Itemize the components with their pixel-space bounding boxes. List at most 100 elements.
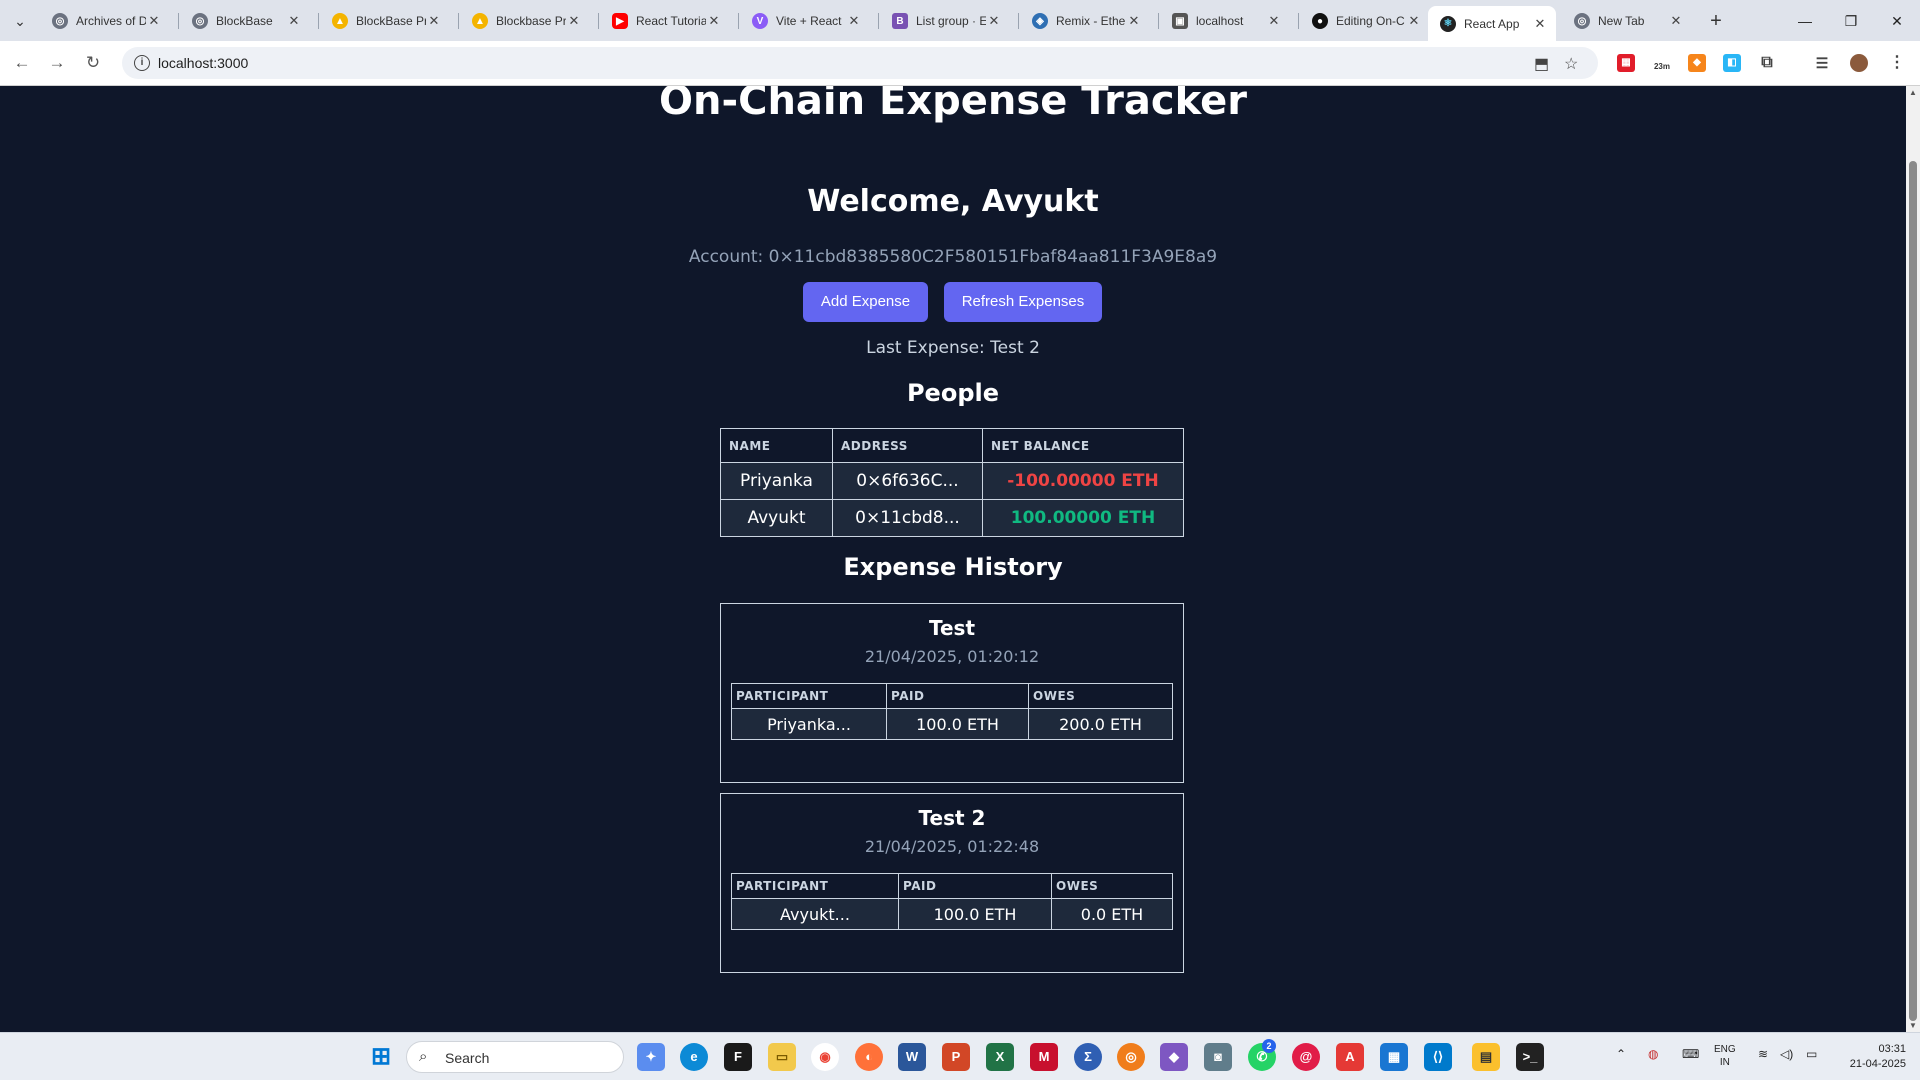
tab-react-tutorial[interactable]: ▶ React Tutoria ✕ [600, 6, 730, 36]
install-app-icon[interactable]: ⬒ [1534, 54, 1549, 74]
table-row: Avyukt 0×11cbd8... 100.00000 ETH [720, 499, 1184, 537]
profile-avatar[interactable] [1850, 54, 1868, 72]
firefox-icon[interactable]: ◐ [855, 1043, 883, 1071]
close-icon[interactable]: ✕ [566, 13, 582, 29]
autocad-icon[interactable]: A [1336, 1043, 1364, 1071]
column-header-name: NAME [720, 428, 833, 463]
close-icon[interactable]: ✕ [846, 13, 862, 29]
copilot-icon[interactable]: ✦ [637, 1043, 665, 1071]
close-icon[interactable]: ✕ [706, 13, 722, 29]
camera-icon[interactable]: ◙ [1204, 1043, 1232, 1071]
account-address: Account: 0×11cbd8385580C2F580151Fbaf84aa… [688, 247, 1218, 267]
powerpoint-icon[interactable]: P [942, 1043, 970, 1071]
extension-blue-icon[interactable]: ◧ [1723, 54, 1741, 72]
tab-list-group[interactable]: B List group · E ✕ [880, 6, 1010, 36]
tab-vite-react[interactable]: V Vite + React ✕ [740, 6, 870, 36]
metamask-icon[interactable]: ◆ [1688, 54, 1706, 72]
sticky-notes-icon[interactable]: ▤ [1472, 1043, 1500, 1071]
file-explorer-icon[interactable]: ▭ [768, 1043, 796, 1071]
chrome-icon[interactable]: ◉ [811, 1043, 839, 1071]
close-window-icon[interactable]: ✕ [1874, 8, 1920, 34]
battery-icon[interactable]: ▭ [1806, 1047, 1817, 1061]
volume-icon[interactable]: ◁) [1780, 1047, 1793, 1061]
close-icon[interactable]: ✕ [146, 13, 162, 29]
menu-kebab-icon[interactable]: ⋮ [1888, 54, 1906, 72]
people-heading: People [906, 379, 1000, 407]
scrollbar-thumb[interactable] [1909, 161, 1917, 1021]
column-header-owes: OWES [1028, 683, 1173, 709]
close-icon[interactable]: ✕ [286, 13, 302, 29]
app-red-circle-icon[interactable]: @ [1292, 1043, 1320, 1071]
column-header-address: ADDRESS [832, 428, 983, 463]
tab-label: Editing On-C [1336, 14, 1405, 28]
minimize-icon[interactable]: — [1782, 8, 1828, 34]
youtube-icon: ▶ [612, 13, 628, 29]
vertical-scrollbar[interactable]: ▲ ▼ [1906, 86, 1920, 1032]
tab-search-chevron-icon[interactable]: ⌄ [8, 9, 32, 33]
forward-icon[interactable]: → [43, 49, 71, 77]
tray-app-icon[interactable]: ◍ [1648, 1047, 1658, 1061]
tab-blockbase-drive[interactable]: ▲ BlockBase Pr ✕ [320, 6, 450, 36]
sigma-icon[interactable]: Σ [1074, 1043, 1102, 1071]
tab-archives[interactable]: ◎ Archives of D ✕ [40, 6, 170, 36]
globe-icon: ◎ [52, 13, 68, 29]
tab-localhost[interactable]: ▣ localhost ✕ [1160, 6, 1290, 36]
vscode-icon[interactable]: ⟨⟩ [1424, 1043, 1452, 1071]
taskbar-clock[interactable]: 03:31 21-04-2025 [1836, 1042, 1906, 1072]
participant-name: Avyukt... [731, 898, 899, 930]
last-expense: Last Expense: Test 2 [866, 338, 1040, 358]
new-tab-button[interactable]: + [1703, 8, 1729, 34]
scroll-up-arrow-icon[interactable]: ▲ [1909, 88, 1917, 97]
scroll-down-arrow-icon[interactable]: ▼ [1909, 1021, 1917, 1030]
close-icon[interactable]: ✕ [1668, 13, 1684, 29]
word-icon[interactable]: W [898, 1043, 926, 1071]
person-name: Avyukt [720, 499, 833, 537]
close-icon[interactable]: ✕ [1532, 16, 1548, 32]
close-icon[interactable]: ✕ [1406, 13, 1422, 29]
reading-list-icon[interactable]: ☰ [1813, 54, 1831, 72]
terminal-icon[interactable]: >_ [1516, 1043, 1544, 1071]
keyboard-icon[interactable]: ⌨ [1682, 1047, 1699, 1061]
tab-label: List group · E [916, 14, 986, 28]
globe-icon: ◎ [192, 13, 208, 29]
close-icon[interactable]: ✕ [1266, 13, 1282, 29]
timer-extension-icon[interactable]: 23m [1650, 54, 1674, 72]
matlab-icon[interactable]: M [1030, 1043, 1058, 1071]
back-icon[interactable]: ← [8, 49, 36, 77]
language-indicator[interactable]: ENG IN [1714, 1043, 1736, 1069]
windows-start-icon[interactable]: ⊞ [367, 1043, 395, 1071]
blender-icon[interactable]: ◎ [1117, 1043, 1145, 1071]
obsidian-icon[interactable]: ◆ [1160, 1043, 1188, 1071]
site-info-icon[interactable]: i [134, 55, 150, 71]
tab-remix[interactable]: ◈ Remix - Ethe ✕ [1020, 6, 1150, 36]
wifi-icon[interactable]: ≋ [1758, 1047, 1768, 1061]
language-code: ENG [1714, 1044, 1736, 1055]
tab-github-editing[interactable]: ● Editing On-C ✕ [1300, 6, 1430, 36]
refresh-expenses-button[interactable]: Refresh Expenses [944, 282, 1102, 322]
close-icon[interactable]: ✕ [426, 13, 442, 29]
extensions-puzzle-icon[interactable]: ⧉ [1758, 54, 1776, 72]
bookmark-star-icon[interactable]: ☆ [1564, 54, 1578, 74]
close-icon[interactable]: ✕ [986, 13, 1002, 29]
tray-overflow-chevron-icon[interactable]: ⌃ [1616, 1047, 1626, 1061]
address-bar[interactable]: i localhost:3000 ⬒ ☆ [122, 47, 1598, 79]
edge-icon[interactable]: e [680, 1043, 708, 1071]
tab-react-app[interactable]: ⚛ React App ✕ [1428, 6, 1556, 41]
clock-date: 21-04-2025 [1849, 1058, 1906, 1070]
expense-card: Test 2 21/04/2025, 01:22:48 PARTICIPANT … [720, 793, 1184, 973]
excel-icon[interactable]: X [986, 1043, 1014, 1071]
restore-icon[interactable]: ❐ [1828, 8, 1874, 34]
tab-blockbase[interactable]: ◎ BlockBase ✕ [180, 6, 310, 36]
reload-icon[interactable]: ↻ [79, 49, 107, 77]
grid-app-icon[interactable]: ▦ [1380, 1043, 1408, 1071]
taskbar-search[interactable]: ⌕ Search [406, 1041, 624, 1073]
people-table: NAME ADDRESS NET BALANCE Priyanka 0×6f63… [720, 428, 1184, 537]
tab-blockbase-drive-2[interactable]: ▲ Blockbase Pr ✕ [460, 6, 590, 36]
tab-new-tab[interactable]: ◎ New Tab ✕ [1562, 6, 1692, 36]
url-text[interactable]: localhost:3000 [158, 55, 248, 71]
add-expense-button[interactable]: Add Expense [803, 282, 928, 322]
search-placeholder: Search [445, 1050, 490, 1066]
figma-icon[interactable]: F [724, 1043, 752, 1071]
close-icon[interactable]: ✕ [1126, 13, 1142, 29]
extension-red-icon[interactable]: ▦ [1617, 54, 1635, 72]
